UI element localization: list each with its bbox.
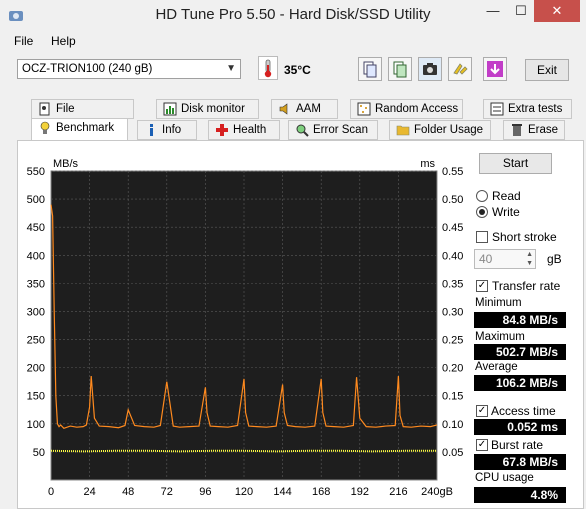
y-right-tick-label: 0.10 bbox=[442, 419, 463, 431]
read-label: Read bbox=[492, 189, 521, 203]
hdtune-window: HD Tune Pro 5.50 - Hard Disk/SSD Utility… bbox=[0, 0, 586, 509]
y-left-tick-label: 550 bbox=[27, 166, 45, 178]
chart-plot-area bbox=[50, 170, 438, 481]
cpu-usage-label: CPU usage bbox=[475, 472, 534, 484]
read-radio[interactable] bbox=[476, 190, 488, 202]
average-label: Average bbox=[475, 361, 518, 373]
y-left-tick-label: 150 bbox=[27, 391, 45, 403]
x-tick-label: 0 bbox=[48, 486, 54, 498]
short-stroke-label: Short stroke bbox=[492, 230, 557, 244]
x-tick-label: 144 bbox=[273, 486, 291, 498]
spin-down-icon[interactable]: ▼ bbox=[526, 260, 533, 268]
y-right-tick-label: 0.20 bbox=[442, 363, 463, 375]
average-value: 106.2 MB/s bbox=[474, 375, 566, 391]
short-stroke-checkbox[interactable] bbox=[476, 231, 488, 243]
short-stroke-unit: gB bbox=[547, 252, 562, 266]
y-right-axis-label: ms bbox=[420, 158, 435, 170]
burst-rate-label: Burst rate bbox=[491, 438, 544, 452]
y-right-tick-label: 0.05 bbox=[442, 447, 463, 459]
y-left-axis-label: MB/s bbox=[53, 158, 79, 170]
maximum-value: 502.7 MB/s bbox=[474, 344, 566, 360]
y-left-tick-label: 200 bbox=[27, 363, 45, 375]
access-time-value: 0.052 ms bbox=[474, 419, 566, 435]
y-left-tick-label: 400 bbox=[27, 250, 45, 262]
access-time-label: Access time bbox=[491, 404, 556, 418]
x-tick-label: 240gB bbox=[421, 486, 453, 498]
write-radio[interactable] bbox=[476, 206, 488, 218]
x-tick-label: 120 bbox=[235, 486, 253, 498]
y-left-tick-label: 50 bbox=[33, 447, 45, 459]
y-left-tick-label: 300 bbox=[27, 306, 45, 318]
access-time-checkbox[interactable]: ✓ bbox=[476, 405, 488, 417]
y-right-tick-label: 0.15 bbox=[442, 391, 463, 403]
y-left-tick-label: 500 bbox=[27, 194, 45, 206]
y-right-tick-label: 0.25 bbox=[442, 335, 463, 347]
cpu-usage-value: 4.8% bbox=[474, 487, 566, 503]
short-stroke-spinner[interactable]: 40 ▲ ▼ bbox=[474, 249, 536, 269]
x-tick-label: 96 bbox=[199, 486, 211, 498]
y-right-tick-label: 0.50 bbox=[442, 194, 463, 206]
x-tick-label: 24 bbox=[83, 486, 95, 498]
spin-up-icon[interactable]: ▲ bbox=[526, 251, 533, 259]
minimum-label: Minimum bbox=[475, 297, 522, 309]
write-label: Write bbox=[492, 205, 520, 219]
y-left-tick-label: 350 bbox=[27, 278, 45, 290]
y-right-tick-label: 0.30 bbox=[442, 306, 463, 318]
y-left-tick-label: 250 bbox=[27, 335, 45, 347]
minimum-value: 84.8 MB/s bbox=[474, 312, 566, 328]
x-tick-label: 48 bbox=[122, 486, 134, 498]
y-right-tick-label: 0.35 bbox=[442, 278, 463, 290]
burst-rate-value: 67.8 MB/s bbox=[474, 454, 566, 470]
x-tick-label: 216 bbox=[389, 486, 407, 498]
y-right-tick-label: 0.55 bbox=[442, 166, 463, 178]
x-tick-label: 72 bbox=[161, 486, 173, 498]
x-tick-label: 168 bbox=[312, 486, 330, 498]
burst-rate-checkbox[interactable]: ✓ bbox=[476, 439, 488, 451]
y-right-tick-label: 0.40 bbox=[442, 250, 463, 262]
start-button[interactable]: Start bbox=[479, 153, 552, 174]
short-stroke-value: 40 bbox=[479, 252, 493, 266]
y-left-tick-label: 450 bbox=[27, 222, 45, 234]
y-left-tick-label: 100 bbox=[27, 419, 45, 431]
transfer-rate-label: Transfer rate bbox=[492, 279, 561, 293]
transfer-rate-checkbox[interactable]: ✓ bbox=[476, 280, 488, 292]
x-tick-label: 192 bbox=[351, 486, 369, 498]
y-right-tick-label: 0.45 bbox=[442, 222, 463, 234]
maximum-label: Maximum bbox=[475, 331, 525, 343]
